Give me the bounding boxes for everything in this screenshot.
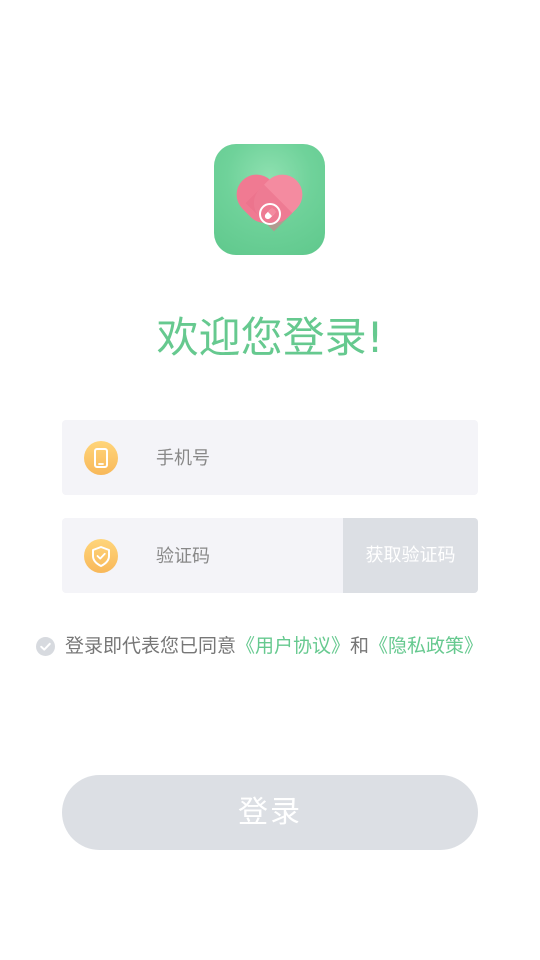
phone-field-container <box>62 420 478 495</box>
welcome-title: 欢迎您登录! <box>156 313 384 362</box>
phone-icon <box>84 441 118 475</box>
get-code-button[interactable]: 获取验证码 <box>343 518 478 593</box>
heart-pill-logo-icon <box>236 174 303 232</box>
check-circle-icon[interactable] <box>36 637 55 656</box>
agreement-text: 登录即代表您已同意《用户协议》和《隐私政策》 <box>65 632 483 660</box>
agreement-conjunction: 和 <box>350 635 370 657</box>
code-field-container: 获取验证码 <box>62 518 478 593</box>
shield-check-icon <box>84 539 118 573</box>
user-agreement-link[interactable]: 《用户协议》 <box>236 635 350 657</box>
verification-code-input[interactable] <box>156 536 336 576</box>
login-button[interactable]: 登录 <box>62 775 478 850</box>
agreement-prefix: 登录即代表您已同意 <box>65 635 237 657</box>
privacy-policy-link[interactable]: 《隐私政策》 <box>369 635 483 657</box>
app-logo <box>214 144 325 255</box>
login-page: 欢迎您登录! 获取验证码 登录即代表您已同意《用户协议》和《隐私政策》 登录 <box>0 0 540 960</box>
phone-input[interactable] <box>156 438 456 478</box>
